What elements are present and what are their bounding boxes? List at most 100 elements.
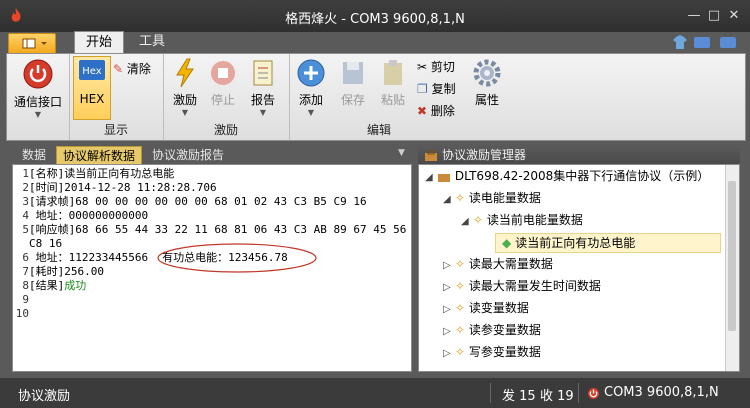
cut-button[interactable]: ✂ 剪切 [417,58,455,75]
ribbon-options [673,35,736,49]
panel-menu-icon[interactable]: ▼ [398,148,405,158]
tree-node[interactable]: ▷ ✧ 读参变量数据 [443,321,541,339]
group-display: Hex HEX ✎ 清除 显示 [69,54,164,140]
port-status[interactable]: COM3 9600,8,1,N [604,385,719,400]
ribbon: 通信接口 ▼ Hex HEX ✎ 清除 显示 激励 ▼ 停止 报告 ▼ 激励 添… [6,53,746,141]
copy-button[interactable]: ❐ 复制 [417,80,456,97]
keyboard-icon[interactable] [694,37,710,48]
close-button[interactable]: ✕ [726,9,742,23]
expand-arrow-icon[interactable]: ▷ [443,257,455,275]
title-bar: 格西烽火 - COM3 9600,8,1,N — □ ✕ [0,0,750,32]
expand-arrow-icon[interactable]: ▷ [443,279,455,297]
stop-button[interactable]: 停止 [205,58,241,108]
stop-icon [211,61,235,85]
log-name: [名称]读当前正向有功总电能 [29,167,175,180]
tree-node[interactable]: ▷ ✧ 读最大需量数据 [443,255,553,273]
tree-node[interactable]: ▷ ✧ 写参变量数据 [443,343,541,361]
tree-node-label: 写参变量数据 [468,345,541,359]
tab-protocol-report[interactable]: 协议激励报告 [146,146,230,164]
comm-interface-button[interactable]: 通信接口 ▼ [11,58,65,119]
line-number: 3 [22,195,29,208]
tab-data[interactable]: 数据 [16,146,52,164]
stimulus-group-label: 激励 [213,123,238,137]
scrollbar-thumb[interactable] [728,181,736,331]
shirt-icon[interactable] [673,35,687,49]
chevron-down-icon: ▼ [181,108,189,117]
line-number: 1 [22,167,29,180]
help-icon[interactable] [720,37,736,48]
plugin-icon: ✧ [455,279,466,293]
recv-count: 收 19 [540,389,574,404]
tree-node[interactable]: ◢ ✧ 读电能量数据 [443,189,541,207]
tree-node[interactable]: ▷ ✧ 读最大需量发生时间数据 [443,277,601,295]
collapse-arrow-icon[interactable]: ◢ [443,191,455,209]
svg-text:Hex: Hex [82,66,101,77]
line-number: 9 [22,293,29,306]
tree-scrollbar[interactable] [725,165,739,371]
tree-node[interactable]: ◢ ✧ 读当前电能量数据 [461,211,583,229]
collapse-arrow-icon[interactable]: ◢ [425,169,437,187]
line-number: 2 [22,181,29,194]
tree-node[interactable]: ▷ ✧ 读变量数据 [443,299,529,317]
tree-root[interactable]: ◢ DLT698.42-2008集中器下行通信协议（示例） [425,167,709,185]
line-number: 7 [22,265,29,278]
expand-arrow-icon[interactable]: ▷ [443,345,455,363]
log-result: 成功 [64,279,87,292]
toolbox-icon [425,150,437,161]
tree-node-label: 读参变量数据 [468,323,541,337]
stimulus-label: 激励 [172,93,197,107]
tree-node-label: 读电能量数据 [468,191,541,205]
folder-icon [438,173,450,182]
display-group-label: 显示 [103,123,128,137]
save-icon [343,62,363,84]
line-number: 8 [22,279,29,292]
hex-button[interactable]: Hex HEX [73,56,111,120]
app-menu-button[interactable] [8,33,56,54]
save-button[interactable]: 保存 [335,58,371,108]
line-number: 6 [22,251,29,264]
delete-label: 删除 [430,104,455,118]
group-edit: 添加 ▼ 保存 粘贴 ✂ 剪切 ❐ 复制 ✖ 删除 属性 编辑 [289,54,509,140]
expand-arrow-icon[interactable]: ▷ [443,323,455,341]
delete-icon: ✖ [417,104,428,118]
tree-node-selected[interactable]: ◆ 读当前正向有功总电能 [495,233,721,253]
tab-protocol-parse[interactable]: 协议解析数据 [56,146,143,166]
status-bar: 协议激励 发 15 收 19 COM3 9600,8,1,N [0,378,750,408]
plugin-icon: ✧ [473,213,484,227]
group-comm: 通信接口 ▼ [7,54,70,140]
tree-node-label: 读最大需量发生时间数据 [468,279,601,293]
tree-root-label: DLT698.42-2008集中器下行通信协议（示例） [454,169,710,183]
lightning-icon [176,58,194,88]
paste-button[interactable]: 粘贴 [375,58,411,108]
add-button[interactable]: 添加 ▼ [293,58,329,117]
collapse-arrow-icon[interactable]: ◢ [461,213,473,231]
tab-tools[interactable]: 工具 [130,31,174,53]
properties-button[interactable]: 属性 [469,58,505,108]
tree-node-label: 读当前正向有功总电能 [515,236,636,250]
plus-icon [297,59,325,87]
log-response: [响应帧]68 66 55 44 33 22 11 68 81 06 43 C3… [29,223,407,236]
tab-start[interactable]: 开始 [74,31,124,54]
protocol-tree: ◢ DLT698.42-2008集中器下行通信协议（示例） ◢ ✧ 读电能量数据 … [418,164,740,372]
comm-interface-label: 通信接口 [13,95,62,109]
report-button[interactable]: 报告 ▼ [245,58,281,117]
hex-label: HEX [79,92,105,106]
log-elapsed: [耗时]256.00 [29,265,104,278]
report-label: 报告 [250,93,275,107]
log-result-prefix: [结果] [29,279,65,292]
clear-button[interactable]: ✎ 清除 [113,60,151,77]
gem-icon: ◆ [502,236,512,250]
hex-icon: Hex [79,60,105,80]
tree-node-label: 读变量数据 [468,301,529,315]
log-request: [请求帧]68 00 00 00 00 00 00 68 01 02 43 C3… [29,195,367,208]
maximize-button[interactable]: □ [706,9,722,23]
stimulus-button[interactable]: 激励 ▼ [167,58,203,117]
log-time: [时间]2014-12-28 11:28:28.706 [29,181,217,194]
protocol-log: 1[名称]读当前正向有功总电能 2[时间]2014-12-28 11:28:28… [12,164,412,372]
line-number: 5 [22,223,29,236]
chevron-down-icon: ▼ [34,110,42,119]
expand-arrow-icon[interactable]: ▷ [443,301,455,319]
delete-button[interactable]: ✖ 删除 [417,102,455,119]
minimize-button[interactable]: — [686,9,702,23]
plugin-icon: ✧ [455,191,466,205]
